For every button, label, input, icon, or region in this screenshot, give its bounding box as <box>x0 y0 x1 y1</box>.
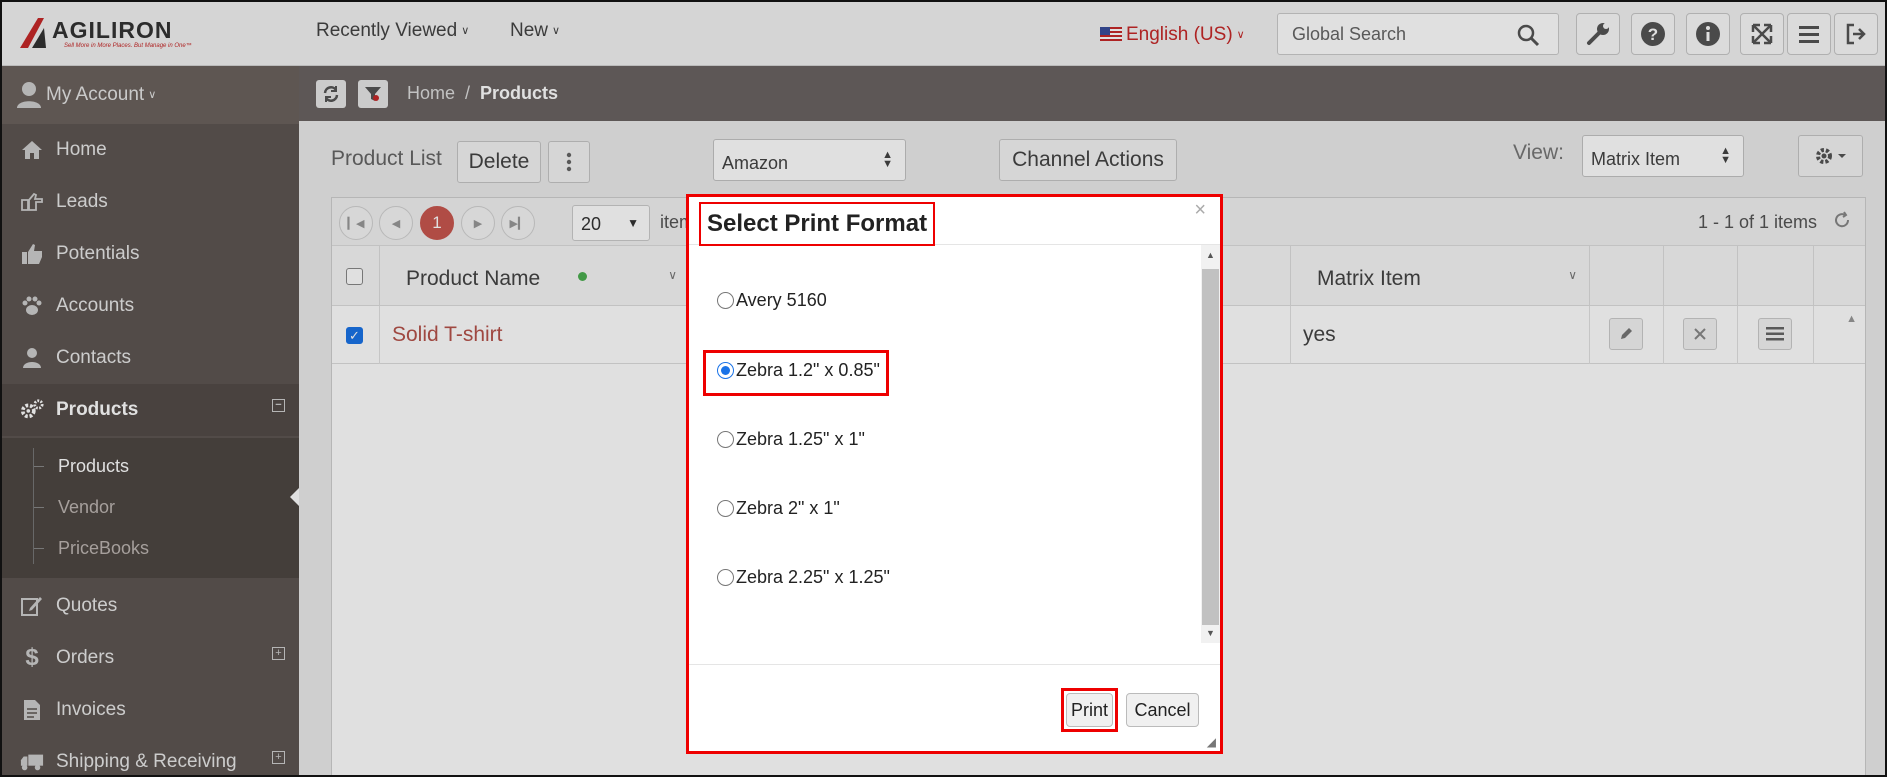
format-option-label: Zebra 2" x 1" <box>736 498 840 518</box>
format-option-label: Zebra 2.25" x 1.25" <box>736 567 890 587</box>
dialog-title: Select Print Format <box>699 202 936 246</box>
format-radio-selected[interactable] <box>717 362 734 379</box>
app-frame: AGILIRON Sell More in More Places. But M… <box>0 0 1887 777</box>
format-option-zebra-2-25x1-25[interactable]: Zebra 2.25" x 1.25" <box>717 567 890 588</box>
resize-handle-icon[interactable]: ◢ <box>1207 735 1216 749</box>
print-format-dialog: Select Print Format × ▲ ▼ Avery 5160 Zeb… <box>686 194 1223 754</box>
format-radio[interactable] <box>717 431 734 448</box>
format-option-label: Zebra 1.25" x 1" <box>736 429 865 449</box>
format-radio[interactable] <box>717 500 734 517</box>
cancel-button[interactable]: Cancel <box>1126 693 1199 727</box>
print-button[interactable]: Print <box>1066 693 1113 727</box>
format-option-label: Zebra 1.2" x 0.85" <box>736 360 880 380</box>
scrollbar-thumb[interactable] <box>1202 269 1219 625</box>
format-option-avery-5160[interactable]: Avery 5160 <box>717 290 827 311</box>
format-radio[interactable] <box>717 292 734 309</box>
format-option-zebra-1-2x0-85[interactable]: Zebra 1.2" x 0.85" <box>717 360 880 381</box>
dialog-footer-divider <box>689 664 1220 665</box>
dialog-header: Select Print Format × <box>689 197 1220 246</box>
format-option-zebra-1-25x1[interactable]: Zebra 1.25" x 1" <box>717 429 865 450</box>
scroll-up-icon[interactable]: ▲ <box>1206 250 1215 260</box>
format-radio[interactable] <box>717 569 734 586</box>
format-option-label: Avery 5160 <box>736 290 827 310</box>
close-icon[interactable]: × <box>1194 199 1206 222</box>
scroll-down-icon[interactable]: ▼ <box>1206 628 1215 638</box>
format-option-zebra-2x1[interactable]: Zebra 2" x 1" <box>717 498 840 519</box>
